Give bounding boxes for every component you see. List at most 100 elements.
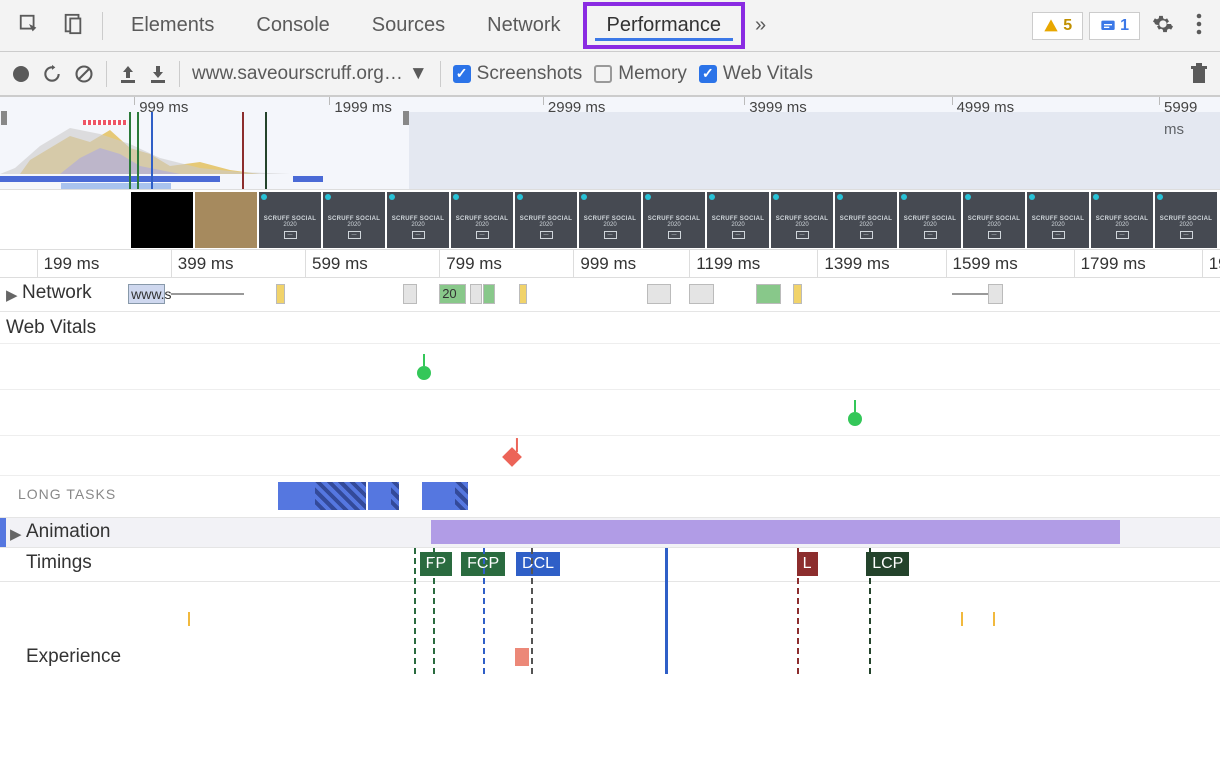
filmstrip-thumb: SCRUFF SOCIAL2020— [707,192,769,248]
network-request[interactable] [470,284,482,304]
overview-blue-bar [293,176,324,182]
track-header-web-vitals[interactable]: Web Vitals [0,312,1220,344]
divider [440,61,441,87]
timing-dcl-badge[interactable]: DCL [516,552,560,576]
network-request[interactable] [647,284,671,304]
warnings-count: 5 [1063,17,1072,35]
web-vital-good-marker[interactable] [848,412,862,426]
download-profile-icon[interactable] [149,64,167,84]
filmstrip-thumb: SCRUFF SOCIAL2020— [451,192,513,248]
network-request[interactable] [793,284,802,304]
divider [102,12,103,40]
long-task[interactable] [368,482,399,510]
track-timings[interactable]: Timings FP FCP DCL L LCP [0,548,1220,582]
checkbox-memory[interactable]: Memory [594,63,687,85]
timings-area: Timings FP FCP DCL L LCP Experience [0,548,1220,674]
tab-console[interactable]: Console [236,6,349,45]
timing-l-badge[interactable]: L [797,552,818,576]
tab-performance[interactable]: Performance [583,2,746,49]
track-label: LONG TASKS [18,486,116,502]
inspect-element-icon[interactable] [8,7,50,45]
reload-record-button[interactable] [42,64,62,84]
screenshot-filmstrip[interactable]: SCRUFF SOCIAL2020— SCRUFF SOCIAL2020— SC… [0,190,1220,250]
timing-vline-dcl-a [483,548,485,674]
tab-elements[interactable]: Elements [111,6,234,45]
upload-profile-icon[interactable] [119,64,137,84]
network-request[interactable] [403,284,418,304]
overview-blue-bar [61,183,171,189]
expand-icon[interactable]: ▶ [10,525,22,543]
animation-span[interactable] [431,520,1120,544]
divider [179,61,180,87]
current-time-cursor[interactable] [665,548,668,674]
overview-tick: 3999 ms [744,97,807,105]
timing-fp-badge[interactable]: FP [420,552,452,576]
checkbox-web-vitals[interactable]: Web Vitals [699,63,813,85]
web-vitals-row-1 [0,344,1220,390]
recording-selector[interactable]: www.saveourscruff.org… ▼ [192,63,428,85]
network-request[interactable]: www.s [128,284,165,304]
expand-icon[interactable]: ▶ [6,286,18,304]
messages-badge[interactable]: 1 [1089,12,1140,40]
network-request[interactable] [689,284,713,304]
garbage-collect-icon[interactable] [1190,63,1208,85]
track-experience[interactable]: Experience [0,644,1220,674]
web-vital-good-marker[interactable] [417,366,431,380]
overview-marker [242,112,244,189]
clear-button[interactable] [74,64,94,84]
track-network[interactable]: ▶ Network www.s 20 [0,278,1220,312]
checkbox-label: Screenshots [477,63,583,85]
filmstrip-thumb: SCRUFF SOCIAL2020— [515,192,577,248]
ruler-tick: 199 ms [37,250,100,277]
ruler-tick: 1199 ms [689,250,760,277]
filmstrip-thumb: SCRUFF SOCIAL2020— [259,192,321,248]
filmstrip-thumb [195,192,257,248]
performance-toolbar: www.saveourscruff.org… ▼ Screenshots Mem… [0,52,1220,96]
device-toolbar-icon[interactable] [52,7,94,45]
gear-icon[interactable] [1142,7,1184,45]
checkbox-label: Web Vitals [723,63,813,85]
long-task[interactable] [278,482,366,510]
overview-tick: 999 ms [134,97,188,105]
network-request[interactable] [988,284,1003,304]
network-request[interactable]: 20 [439,284,466,304]
record-button[interactable] [12,65,30,83]
kebab-menu-icon[interactable] [1186,7,1212,45]
overview-tick: 1999 ms [329,97,392,105]
warnings-badge[interactable]: 5 [1032,12,1083,40]
divider [106,61,107,87]
filmstrip-thumb: SCRUFF SOCIAL2020— [323,192,385,248]
experience-event[interactable] [515,648,530,666]
long-task[interactable] [422,482,468,510]
filmstrip-thumb: SCRUFF SOCIAL2020— [1027,192,1089,248]
web-vital-bad-marker[interactable] [502,447,522,467]
track-animation[interactable]: ▶ Animation [0,518,1220,548]
timing-vline-dark [531,548,533,674]
track-label: Animation [26,521,111,543]
track-label: Experience [26,646,121,668]
selection-handle-right[interactable] [403,111,409,125]
tab-network[interactable]: Network [467,6,580,45]
network-request[interactable] [276,284,286,304]
selection-handle-left[interactable] [1,111,7,125]
tab-sources[interactable]: Sources [352,6,465,45]
checkbox-icon [453,65,471,83]
network-whisker [952,293,989,295]
track-label: Web Vitals [6,317,96,339]
minor-tick [993,612,995,626]
network-request[interactable] [483,284,495,304]
overview-tick: 2999 ms [543,97,606,105]
checkbox-screenshots[interactable]: Screenshots [453,63,583,85]
timing-lcp-badge[interactable]: LCP [866,552,909,576]
filmstrip-thumb: SCRUFF SOCIAL2020— [963,192,1025,248]
flamechart-tracks[interactable]: ▶ Network www.s 20 Web Vitals LONG TAS [0,278,1220,674]
track-label: Network [22,282,92,304]
timeline-overview[interactable]: 999 ms 1999 ms 2999 ms 3999 ms 4999 ms 5… [0,96,1220,190]
timings-spacer [0,582,1220,644]
track-long-tasks[interactable]: LONG TASKS [0,476,1220,518]
ruler-tick: 399 ms [171,250,234,277]
more-tabs-icon[interactable]: » [747,14,774,37]
network-request[interactable] [519,284,528,304]
network-request[interactable] [756,284,780,304]
filmstrip-thumb: SCRUFF SOCIAL2020— [771,192,833,248]
